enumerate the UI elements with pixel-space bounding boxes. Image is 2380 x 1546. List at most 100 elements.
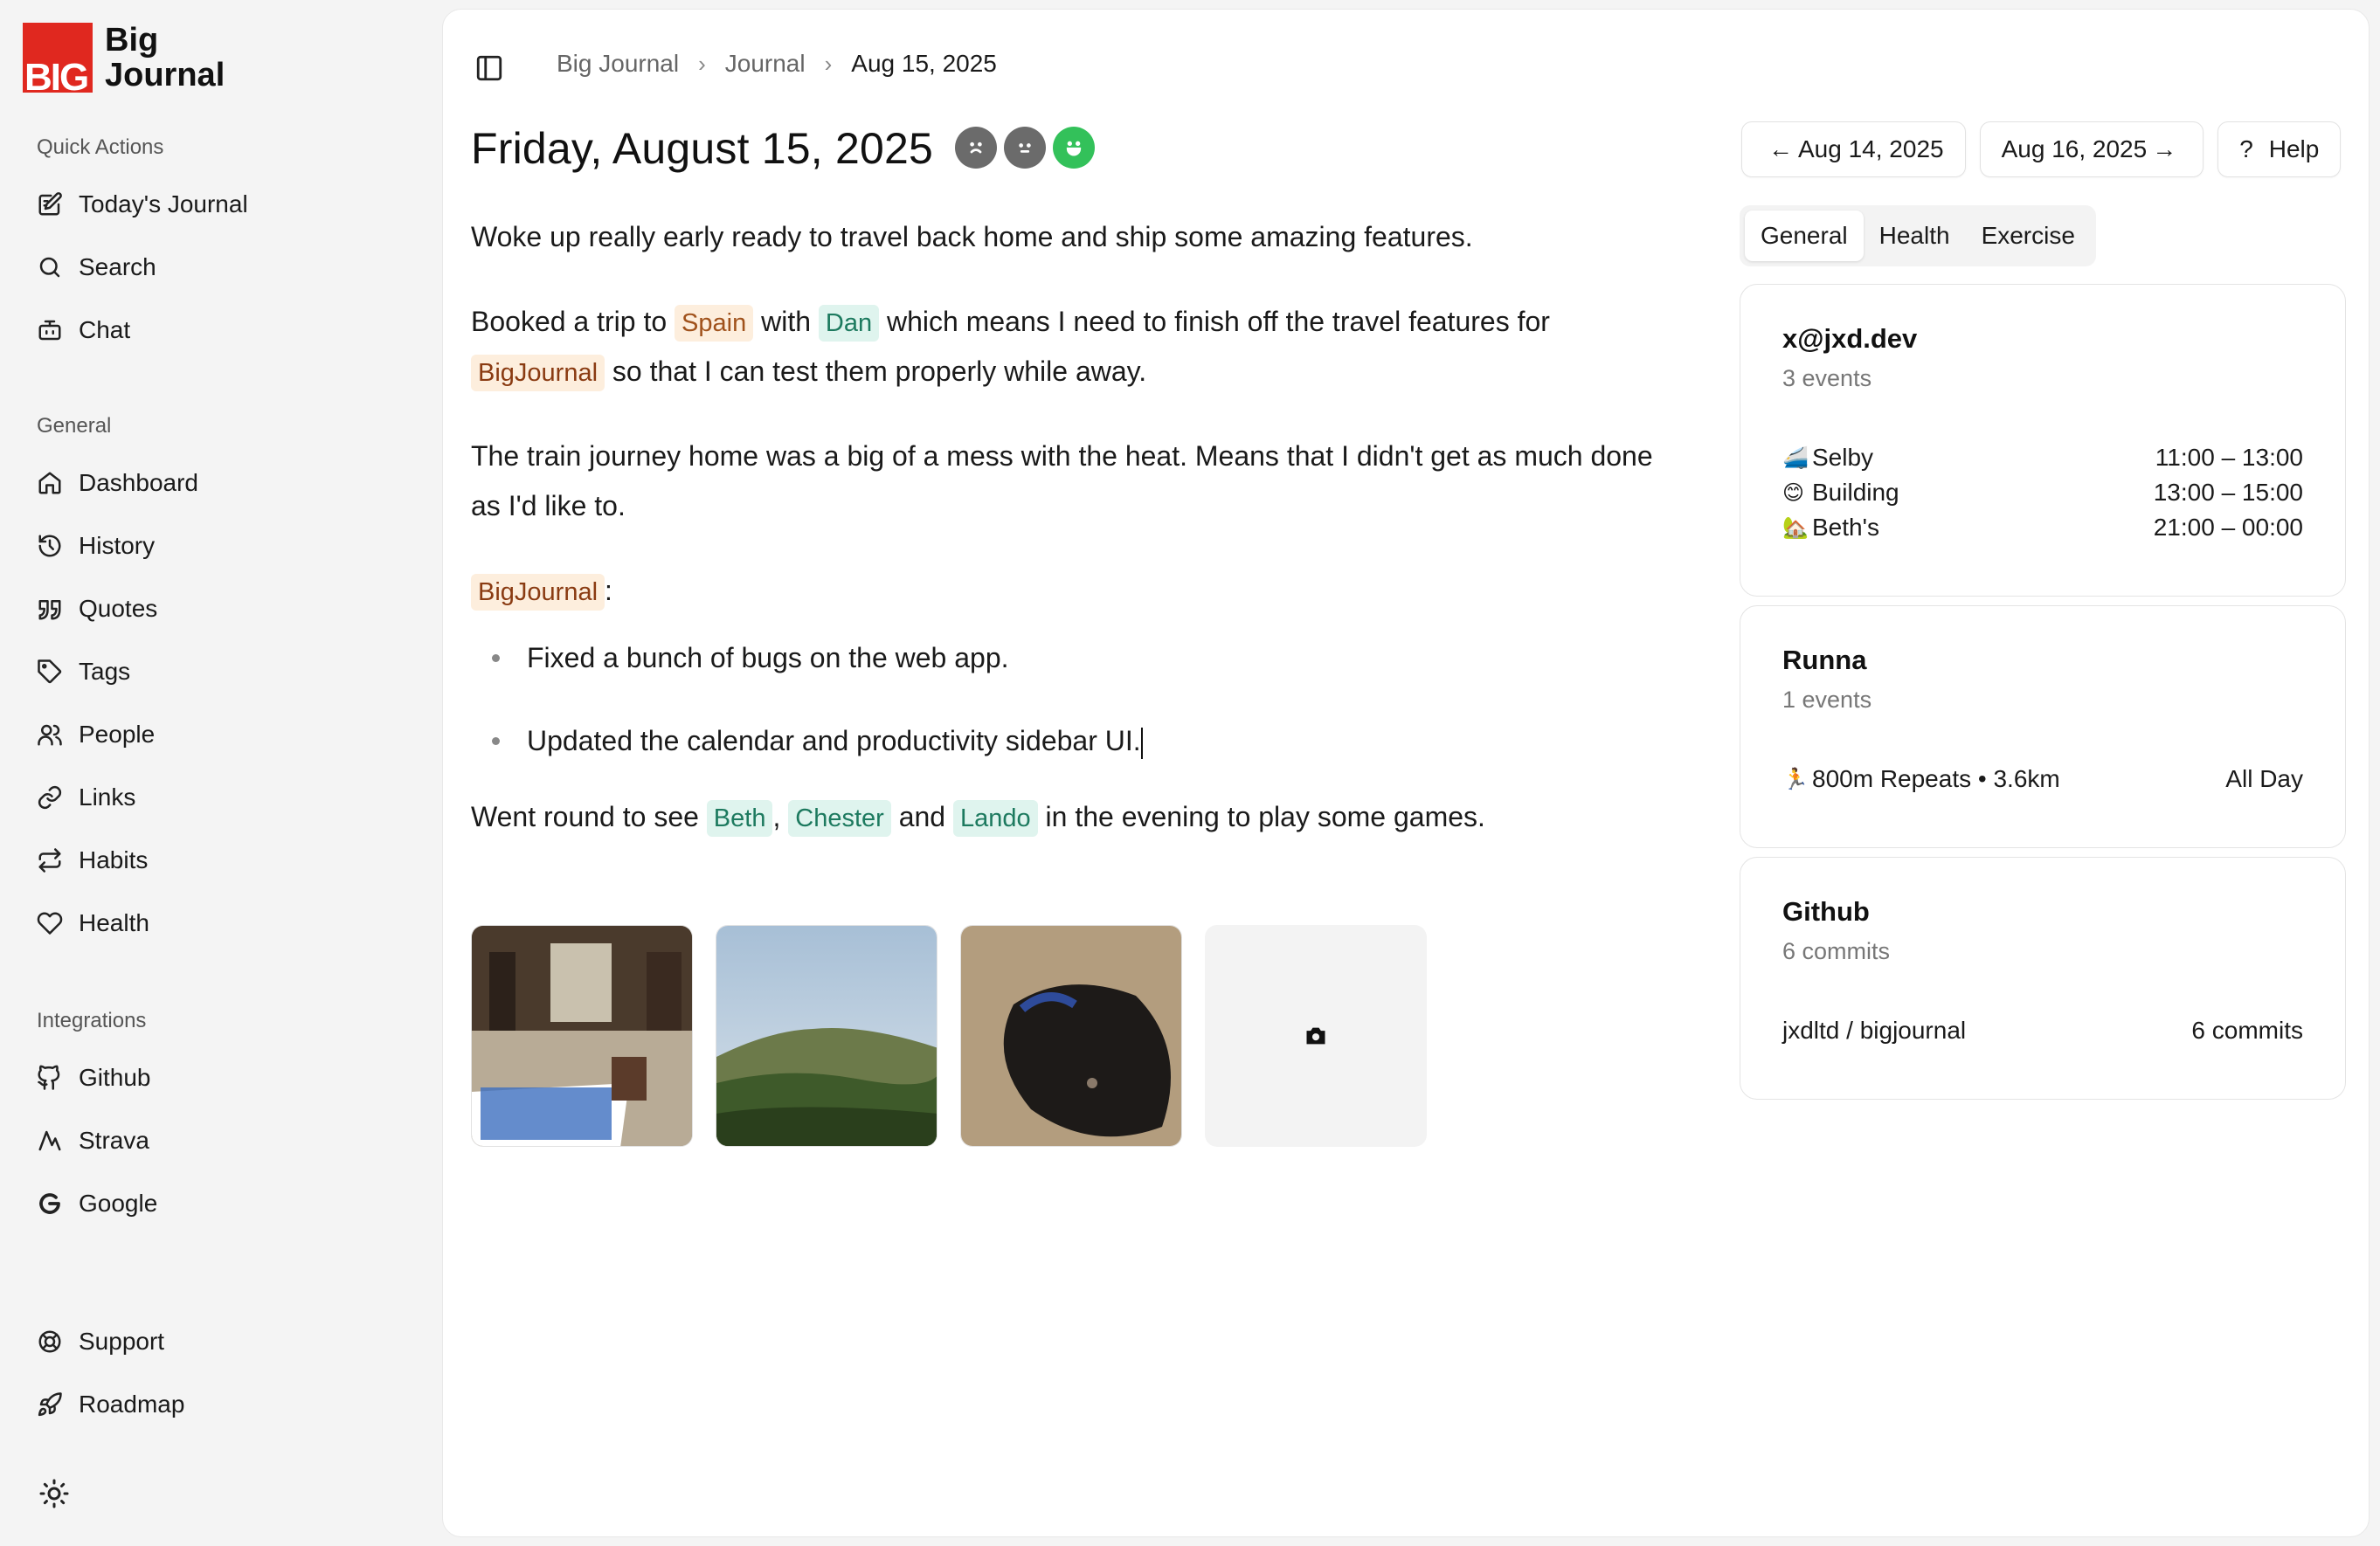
sidebar-item-chat[interactable]: Chat <box>37 311 130 349</box>
person-tag[interactable]: Beth <box>706 800 773 837</box>
sidebar-item-history[interactable]: History <box>37 527 155 565</box>
breadcrumb: Big Journal › Journal › Aug 15, 2025 <box>557 50 997 78</box>
card-title: x@jxd.dev <box>1782 323 1918 354</box>
tab-general[interactable]: General <box>1745 211 1864 261</box>
tag-icon <box>38 659 62 684</box>
sidebar-toggle-icon[interactable] <box>474 53 504 83</box>
event-time: 21:00 – 00:00 <box>2153 514 2303 541</box>
sidebar-item-people[interactable]: People <box>37 715 155 754</box>
edit-icon <box>38 192 62 216</box>
sidebar-item-roadmap[interactable]: Roadmap <box>37 1385 184 1424</box>
mood-selector <box>955 127 1095 169</box>
card-subtitle: 3 events <box>1782 365 1872 391</box>
search-icon <box>39 257 60 278</box>
person-tag[interactable]: Dan <box>818 305 880 342</box>
card-subtitle: 6 commits <box>1782 938 1891 964</box>
sidebar-item-label: Tags <box>79 658 131 685</box>
event-row[interactable]: 🏃 800m Repeats • 3.6km All Day <box>1782 765 2303 793</box>
sidebar-item-label: Chat <box>79 316 131 343</box>
entry-paragraph: The train journey home was a big of a me… <box>471 440 1653 521</box>
event-time: 11:00 – 13:00 <box>2155 444 2303 471</box>
breadcrumb-root[interactable]: Big Journal <box>557 50 679 78</box>
google-icon <box>39 1193 60 1214</box>
home-icon <box>38 472 61 494</box>
happy-mood-icon[interactable] <box>1053 127 1095 169</box>
event-row[interactable]: 😊 Building 13:00 – 15:00 <box>1782 479 2303 507</box>
house-icon: 🏡 <box>1782 515 1809 540</box>
sidebar-item-label: Github <box>79 1064 151 1091</box>
journal-editor[interactable]: Woke up really early ready to travel bac… <box>471 212 1659 877</box>
person-tag[interactable]: Lando <box>952 800 1038 837</box>
photo-thumbnail[interactable] <box>716 925 937 1147</box>
commit-count: 6 commits <box>2191 1017 2303 1044</box>
sidebar-item-label: Google <box>79 1190 158 1217</box>
photo-gallery <box>471 925 1427 1147</box>
sidebar-item-health[interactable]: Health <box>37 904 149 942</box>
sun-icon[interactable] <box>38 1478 70 1509</box>
sidebar-item-dashboard[interactable]: Dashboard <box>37 464 198 502</box>
arrow-left-icon: ← <box>1768 135 1793 162</box>
help-button[interactable]: ? Help <box>2217 121 2342 177</box>
sidebar-item-github[interactable]: Github <box>37 1059 151 1097</box>
project-tag[interactable]: BigJournal <box>471 574 605 611</box>
tab-exercise[interactable]: Exercise <box>1966 211 2091 261</box>
camera-icon <box>1306 1027 1325 1045</box>
place-tag[interactable]: Spain <box>675 305 754 342</box>
person-tag[interactable]: Chester <box>788 800 891 837</box>
smile-icon: 😊 <box>1782 480 1805 505</box>
tab-health[interactable]: Health <box>1864 211 1966 261</box>
sidebar-item-label: Strava <box>79 1127 149 1154</box>
logo-mark: BIG <box>23 23 93 93</box>
date-navigation: ← Aug 14, 2025 Aug 16, 2025 → ? Help <box>1741 121 2342 177</box>
entry-paragraph: BigJournal: <box>471 566 1659 616</box>
sidebar-item-support[interactable]: Support <box>37 1322 164 1361</box>
previous-day-button[interactable]: ← Aug 14, 2025 <box>1741 121 1966 177</box>
chevron-right-icon: › <box>824 50 833 77</box>
sidebar-item-google[interactable]: Google <box>37 1184 157 1223</box>
people-icon <box>38 724 62 746</box>
sidebar-item-quotes[interactable]: Quotes <box>37 590 157 628</box>
panel-tabs: General Health Exercise <box>1740 205 2096 266</box>
sidebar-item-search[interactable]: Search <box>37 248 156 286</box>
list-item: Updated the calendar and productivity si… <box>492 716 1659 766</box>
card-title: Runna <box>1782 645 1867 675</box>
repeat-icon <box>38 848 61 873</box>
sidebar-item-label: Health <box>79 909 149 936</box>
repo-row[interactable]: jxdltd / bigjournal 6 commits <box>1782 1017 2303 1045</box>
add-photo-button[interactable] <box>1205 925 1427 1147</box>
lifebuoy-icon <box>38 1330 61 1353</box>
breadcrumb-section[interactable]: Journal <box>725 50 806 78</box>
sidebar-item-label: Links <box>79 783 136 811</box>
event-row[interactable]: 🏡 Beth's 21:00 – 00:00 <box>1782 514 2303 542</box>
event-row[interactable]: 🚄 Selby 11:00 – 13:00 <box>1782 444 2303 472</box>
sidebar-item-tags[interactable]: Tags <box>37 652 130 691</box>
activity-icon <box>38 1130 61 1151</box>
help-icon: ? <box>2239 135 2253 162</box>
text-cursor <box>1140 727 1143 759</box>
link-icon <box>38 785 62 810</box>
sidebar-item-links[interactable]: Links <box>37 778 135 817</box>
sad-mood-icon[interactable] <box>955 127 997 169</box>
sidebar-item-label: Dashboard <box>79 469 198 496</box>
app-logo[interactable]: BIG Big Journal <box>23 23 225 93</box>
runna-card: Runna 1 events 🏃 800m Repeats • 3.6km All… <box>1740 605 2346 848</box>
sidebar-item-label: People <box>79 721 156 748</box>
sidebar-item-habits[interactable]: Habits <box>37 841 148 880</box>
history-icon <box>38 535 61 557</box>
breadcrumb-current: Aug 15, 2025 <box>851 50 997 77</box>
photo-thumbnail[interactable] <box>960 925 1182 1147</box>
train-icon: 🚄 <box>1782 445 1809 470</box>
calendar-card: x@jxd.dev 3 events 🚄 Selby 11:00 – 13:00 … <box>1740 284 2346 597</box>
project-tag[interactable]: BigJournal <box>471 355 605 391</box>
sidebar-item-todays-journal[interactable]: Today's Journal <box>37 185 248 224</box>
neutral-mood-icon[interactable] <box>1004 127 1046 169</box>
main-panel: Big Journal › Journal › Aug 15, 2025 Fri… <box>442 9 2370 1537</box>
next-day-button[interactable]: Aug 16, 2025 → <box>1979 121 2204 177</box>
sidebar-item-strava[interactable]: Strava <box>37 1122 149 1160</box>
sidebar-item-label: Habits <box>79 846 149 873</box>
entry-paragraph: Booked a trip to Spain with Dan which me… <box>471 297 1659 397</box>
general-label: General <box>37 414 112 438</box>
photo-thumbnail[interactable] <box>471 925 693 1147</box>
sidebar-item-label: Quotes <box>79 595 158 622</box>
card-subtitle: 1 events <box>1782 687 1872 713</box>
